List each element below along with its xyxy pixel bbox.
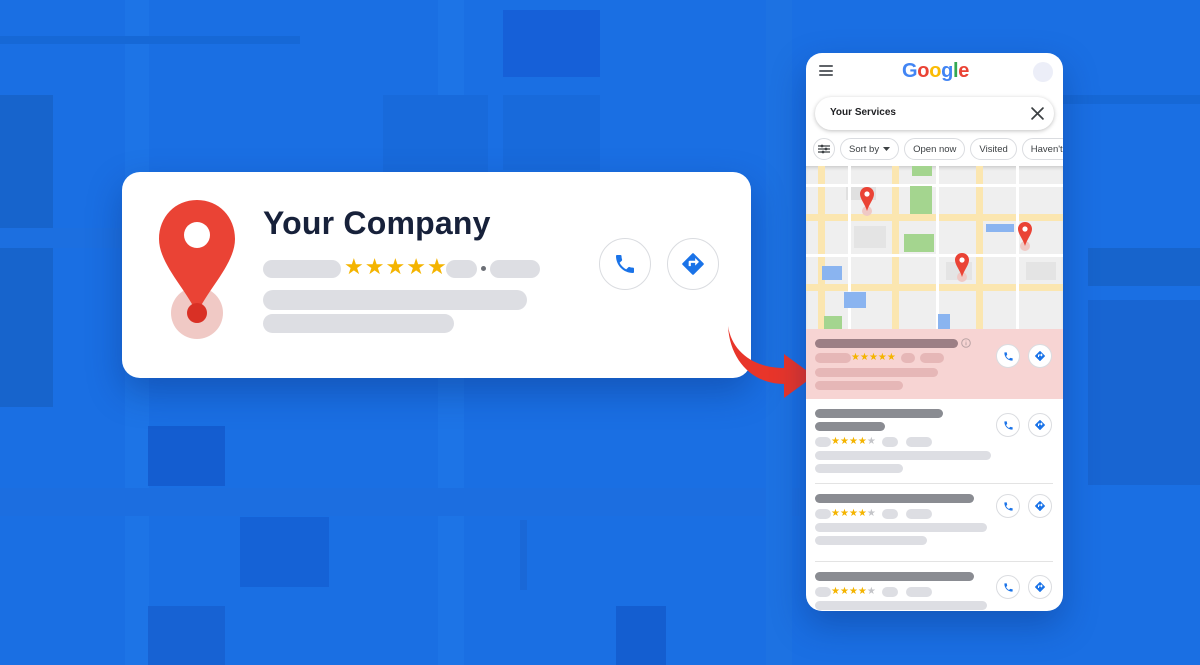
call-button[interactable]: [996, 575, 1020, 599]
review-count-placeholder: [901, 353, 915, 363]
rating-placeholder: [815, 509, 831, 519]
call-button[interactable]: [996, 494, 1020, 518]
address-placeholder: [263, 290, 527, 310]
map-view[interactable]: [806, 166, 1063, 329]
result-item[interactable]: ★ ★ ★ ★ ★: [806, 399, 1063, 483]
result-stars: ★ ★ ★ ★ ★: [831, 436, 876, 447]
review-count-placeholder: [882, 437, 898, 447]
filter-chips: Sort by Open now Visited Haven't: [813, 138, 1063, 160]
chip-label: Haven't: [1030, 143, 1063, 155]
map-marker-icon[interactable]: [954, 252, 970, 284]
result-stars: ★ ★ ★ ★ ★: [831, 508, 876, 519]
filter-settings-chip[interactable]: [813, 138, 835, 160]
category-placeholder: [920, 353, 944, 363]
rating-placeholder: [815, 587, 831, 597]
review-count-placeholder: [882, 587, 898, 597]
phone-mockup: Google Your Services Sort by Open now Vi…: [806, 53, 1063, 611]
info-icon[interactable]: [961, 338, 971, 348]
category-placeholder: [906, 509, 932, 519]
result-stars: ★ ★ ★ ★ ★: [851, 352, 896, 363]
business-card: Your Company ★ ★ ★ ★ ★: [122, 172, 751, 378]
review-count-placeholder: [446, 260, 477, 278]
call-button[interactable]: [996, 344, 1020, 368]
chip-havent[interactable]: Haven't: [1021, 138, 1063, 160]
rating-placeholder: [815, 353, 851, 363]
phone-icon: [1003, 420, 1013, 430]
directions-icon: [1035, 582, 1045, 592]
directions-button[interactable]: [1028, 494, 1052, 518]
address-placeholder: [815, 451, 991, 460]
address-placeholder: [815, 523, 987, 532]
rating-placeholder: [263, 260, 341, 278]
category-placeholder: [906, 437, 932, 447]
company-name: Your Company: [263, 205, 491, 241]
chip-label: Open now: [913, 143, 957, 155]
result-title-placeholder: [815, 409, 943, 418]
separator-dot: [481, 266, 486, 271]
phone-icon: [616, 255, 634, 273]
address-placeholder: [815, 368, 938, 377]
chip-visited[interactable]: Visited: [970, 138, 1017, 160]
phone-icon: [1003, 501, 1013, 511]
chip-open-now[interactable]: Open now: [904, 138, 966, 160]
rating-placeholder: [815, 437, 831, 447]
map-pin-icon: [159, 200, 235, 339]
result-title-placeholder: [815, 339, 958, 348]
phone-icon: [1003, 582, 1013, 592]
menu-icon[interactable]: [819, 65, 833, 79]
directions-icon: [1035, 501, 1045, 511]
phone-icon: [1003, 351, 1013, 361]
result-title-placeholder: [815, 422, 885, 431]
map-marker-icon[interactable]: [859, 186, 875, 218]
result-item-highlighted[interactable]: ★ ★ ★ ★ ★: [806, 329, 1063, 399]
chip-label: Sort by: [849, 143, 880, 155]
hours-placeholder: [815, 464, 903, 473]
result-item[interactable]: ★ ★ ★ ★ ★: [806, 562, 1063, 611]
map-marker-icon[interactable]: [1017, 221, 1033, 253]
result-title-placeholder: [815, 572, 974, 581]
directions-button[interactable]: [1028, 413, 1052, 437]
call-button[interactable]: [996, 413, 1020, 437]
chip-sort-by[interactable]: Sort by: [840, 138, 900, 160]
caret-down-icon: [883, 147, 891, 151]
review-count-placeholder: [882, 509, 898, 519]
result-title-placeholder: [815, 494, 974, 503]
hours-placeholder: [263, 314, 454, 333]
category-placeholder: [906, 587, 932, 597]
category-placeholder: [490, 260, 540, 278]
close-icon[interactable]: [1031, 107, 1044, 120]
hours-placeholder: [815, 536, 927, 545]
directions-icon: [1035, 351, 1045, 361]
result-stars: ★ ★ ★ ★ ★: [831, 586, 876, 597]
rating-stars: ★ ★ ★ ★ ★: [344, 254, 447, 279]
tune-icon: [818, 144, 830, 154]
directions-button[interactable]: [1028, 344, 1052, 368]
google-logo: Google: [902, 60, 970, 82]
result-item[interactable]: ★ ★ ★ ★ ★: [806, 484, 1063, 562]
directions-button[interactable]: [667, 238, 719, 290]
directions-icon: [1035, 420, 1045, 430]
search-input[interactable]: Your Services: [815, 97, 1054, 130]
directions-icon: [682, 253, 704, 275]
directions-button[interactable]: [1028, 575, 1052, 599]
chip-label: Visited: [979, 143, 1008, 155]
hours-placeholder: [815, 381, 903, 390]
search-query: Your Services: [830, 107, 896, 118]
avatar[interactable]: [1033, 62, 1053, 82]
call-button[interactable]: [599, 238, 651, 290]
address-placeholder: [815, 601, 987, 610]
